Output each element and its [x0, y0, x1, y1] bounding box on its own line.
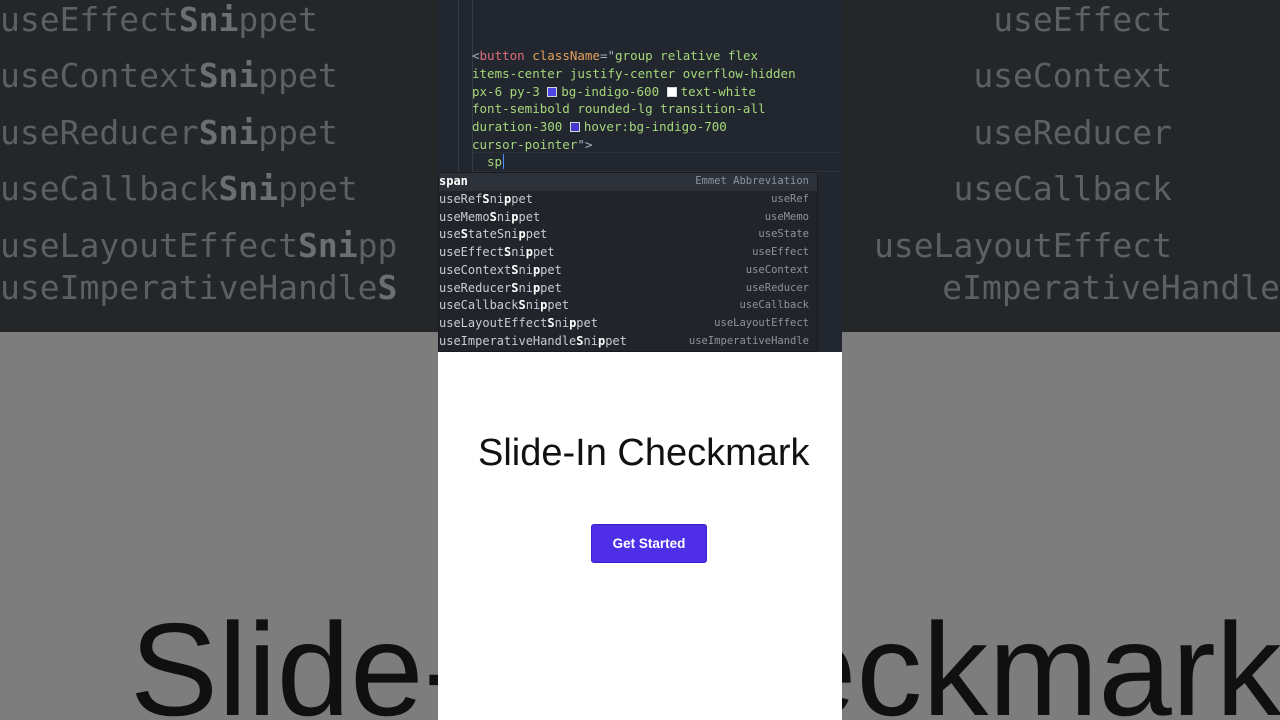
suggestion-item-usecallback[interactable]: useCallbackSnippet useCallback	[439, 297, 817, 315]
typed-input-line[interactable]: sp	[487, 154, 505, 169]
color-swatch-icon[interactable]	[569, 122, 580, 133]
suggestion-item-usestate[interactable]: useStateSnippet useState	[439, 226, 817, 244]
suggestion-item-usememo[interactable]: useMemoSnippet useMemo	[439, 209, 817, 227]
page-title: Slide-In Checkmark	[478, 432, 810, 474]
code-line: font-semibold rounded-lg transition-all	[472, 101, 766, 117]
suggestion-item-span[interactable]: span Emmet Abbreviation	[439, 173, 817, 191]
code-editor[interactable]: <button className="group relative flex i…	[438, 0, 842, 352]
code-line: px-6 py-3 bg-indigo-600 text-white	[472, 83, 756, 99]
indent-guide	[458, 0, 459, 172]
code-block[interactable]: <button className="group relative flex i…	[472, 47, 796, 154]
autocomplete-suggestions[interactable]: span Emmet Abbreviation useRefSnippet us…	[438, 172, 818, 352]
suggestion-item-useeffect[interactable]: useEffectSnippet useEffect	[439, 244, 817, 262]
code-line: items-center justify-center overflow-hid…	[472, 65, 796, 81]
browser-preview: Slide-In Checkmark Get Started	[438, 352, 842, 720]
suggestion-item-usereducer[interactable]: useReducerSnippet useReducer	[439, 280, 817, 298]
video-panel: <button className="group relative flex i…	[438, 0, 842, 720]
suggestion-item-useref[interactable]: useRefSnippet useRef	[439, 191, 817, 209]
get-started-button[interactable]: Get Started	[591, 524, 707, 563]
text-caret	[503, 154, 505, 169]
code-line: cursor-pointer">	[472, 136, 593, 152]
code-line: <button className="group relative flex	[472, 48, 759, 63]
color-swatch-icon[interactable]	[666, 86, 677, 97]
suggestion-item-usecontext[interactable]: useContextSnippet useContext	[439, 262, 817, 280]
suggestion-item-useimperativehandle[interactable]: useImperativeHandleSnippet useImperative…	[439, 333, 817, 351]
current-line-highlight	[472, 152, 842, 172]
suggestion-item-uselayouteffect[interactable]: useLayoutEffectSnippet useLayoutEffect	[439, 315, 817, 333]
code-line: duration-300 hover:bg-indigo-700	[472, 119, 727, 135]
color-swatch-icon[interactable]	[547, 86, 558, 97]
